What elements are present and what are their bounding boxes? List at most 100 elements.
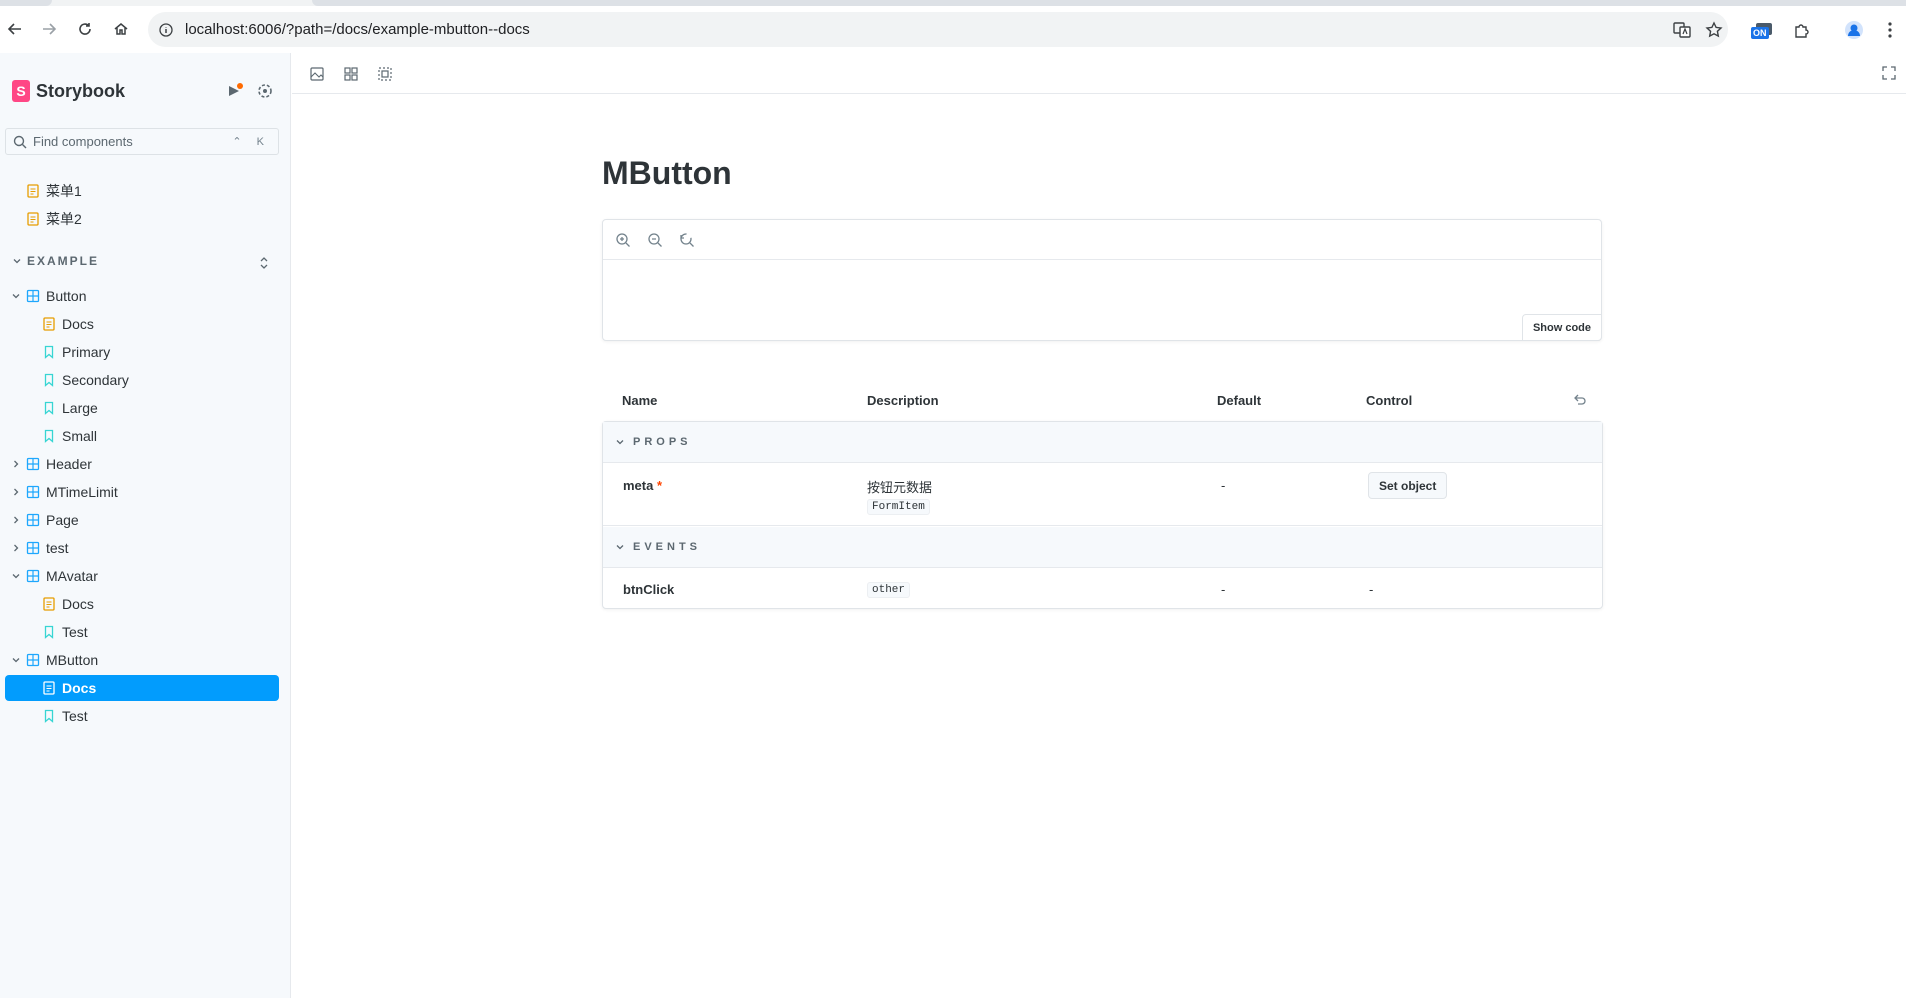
back-icon[interactable] [4,18,26,40]
chevron-right-icon[interactable] [11,459,21,469]
document-icon [42,681,56,695]
sidebar-item-label: Large [62,400,98,416]
sidebar-item-small[interactable]: Small [42,423,97,449]
section-toggle-events[interactable]: EVENTS [603,527,1602,568]
required-mark: * [657,478,663,493]
browser-toolbar: localhost:6006/?path=/docs/example-mbutt… [0,0,1906,53]
event-type: other [867,580,911,598]
component-icon [26,513,40,527]
collapse-all-icon[interactable] [258,255,270,271]
chevron-down-icon[interactable] [11,291,21,301]
translate-icon[interactable] [1670,18,1694,42]
set-object-button[interactable]: Set object [1368,472,1448,499]
sidebar-item-docs[interactable]: Docs [42,591,94,617]
profile-avatar-icon[interactable] [1842,18,1866,42]
chevron-right-icon[interactable] [11,543,21,553]
sidebar-item-label: Button [46,288,87,304]
table-row: meta * 按钮元数据 FormItem - Set object [603,463,1602,526]
reload-icon[interactable] [74,18,96,40]
sidebar-item-large[interactable]: Large [42,395,98,421]
column-header-default: Default [1217,393,1262,408]
sidebar-item-label: 菜单1 [46,183,82,199]
group-header-example[interactable]: EXAMPLE [12,254,99,268]
sidebar-item-label: MTimeLimit [46,484,118,500]
sidebar-item-button[interactable]: Button [26,283,86,309]
component-icon [26,457,40,471]
bookmark-icon [42,373,56,387]
zoom-out-icon[interactable] [647,232,663,248]
sidebar-item-mtimelimit[interactable]: MTimeLimit [26,479,118,505]
document-icon [27,212,39,226]
args-table: PROPS meta * 按钮元数据 FormItem - Set object… [602,421,1603,609]
sidebar-item-label: Page [46,512,79,528]
section-toggle-props[interactable]: PROPS [603,422,1602,463]
outline-icon[interactable] [377,66,393,82]
sidebar-item-page[interactable]: Page [26,507,79,533]
prop-description: 按钮元数据 [867,480,933,495]
sidebar-item-menu1[interactable]: 菜单1 [26,178,82,204]
column-header-description: Description [867,393,939,408]
whats-new-icon[interactable] [226,82,244,100]
sidebar-item-label: Docs [62,596,94,612]
sidebar-item-label: test [46,540,69,556]
chevron-down-icon[interactable] [11,571,21,581]
search-input[interactable]: Find components ⌃ K [5,128,279,155]
storybook-brand[interactable]: S Storybook [12,80,125,102]
sidebar-item-label: Small [62,428,98,444]
show-code-button[interactable]: Show code [1521,314,1602,341]
component-icon [26,289,40,303]
bookmark-star-icon[interactable] [1702,18,1726,42]
zoom-reset-icon[interactable] [679,232,695,248]
document-icon [42,317,56,331]
type-pill: FormItem [867,499,930,515]
forward-icon[interactable] [38,18,60,40]
sidebar-item-docs[interactable]: Docs [5,675,279,701]
component-icon [26,653,40,667]
canvas-toolbar [292,53,1906,94]
home-icon[interactable] [110,18,132,40]
sidebar-item-test[interactable]: Test [42,703,88,729]
prop-type: FormItem [867,497,930,515]
sidebar-item-label: Test [62,624,88,640]
prop-name: meta [623,478,654,493]
sidebar-item-test[interactable]: test [26,535,69,561]
chevron-down-icon [13,259,21,264]
sidebar-item-primary[interactable]: Primary [42,339,110,365]
story-preview: Show code [602,219,1602,341]
bookmark-icon [42,345,56,359]
background-image-icon[interactable] [309,66,325,82]
component-icon [26,485,40,499]
sidebar-item-mbutton[interactable]: MButton [26,647,98,673]
event-control: - [1369,582,1374,597]
extension-badge: ON [1751,27,1769,39]
sidebar-item-secondary[interactable]: Secondary [42,367,129,393]
chevron-down-icon[interactable] [11,655,21,665]
sidebar-item-test[interactable]: Test [42,619,88,645]
sidebar-item-mavatar[interactable]: MAvatar [26,563,98,589]
sidebar-item-menu2[interactable]: 菜单2 [26,206,82,232]
zoom-in-icon[interactable] [615,232,631,248]
sidebar-item-label: MAvatar [46,568,98,584]
sidebar-item-label: Header [46,456,92,472]
sidebar-item-docs[interactable]: Docs [42,311,94,337]
sidebar-item-label: 菜单2 [46,211,82,227]
extensions-puzzle-icon[interactable] [1790,18,1814,42]
event-name: btnClick [623,582,675,597]
prop-default: - [1221,478,1226,493]
chevron-right-icon[interactable] [11,487,21,497]
settings-gear-icon[interactable] [256,82,274,100]
column-header-control: Control [1366,393,1413,408]
column-header-name: Name [622,393,658,408]
url-text[interactable]: localhost:6006/?path=/docs/example-mbutt… [185,21,530,38]
reset-controls-icon[interactable] [1573,393,1587,407]
site-info-icon[interactable] [154,18,178,42]
fullscreen-icon[interactable] [1882,66,1898,82]
browser-menu-icon[interactable] [1878,18,1902,42]
chevron-right-icon[interactable] [11,515,21,525]
sidebar-item-label: MButton [46,652,99,668]
sidebar-item-label: Docs [62,680,97,696]
brand-name: Storybook [36,80,126,101]
sidebar-item-header[interactable]: Header [26,451,92,477]
table-row: btnClick other - - [603,568,1602,608]
grid-icon[interactable] [343,66,359,82]
